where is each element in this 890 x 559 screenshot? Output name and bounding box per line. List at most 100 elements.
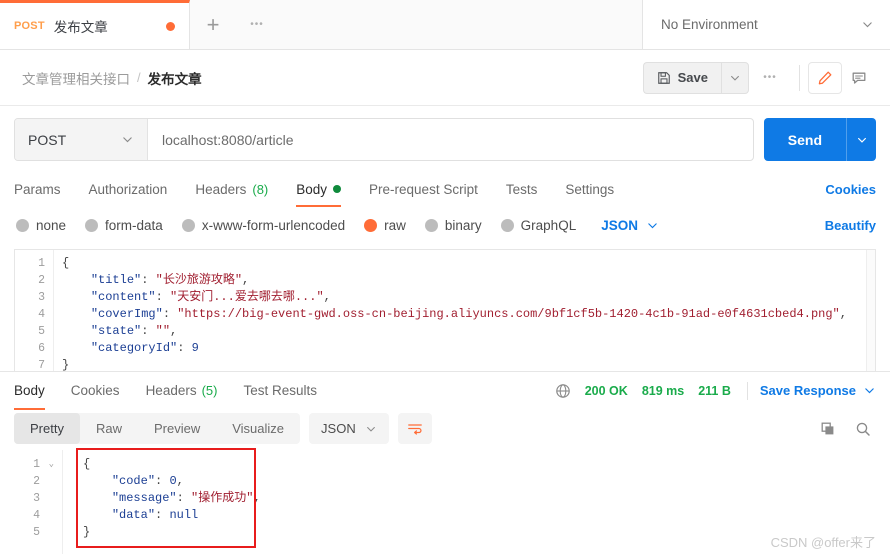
new-tab-button[interactable]: + (190, 0, 236, 49)
response-tab-body[interactable]: Body (14, 372, 58, 410)
breadcrumb-collection[interactable]: 文章管理相关接口 (22, 68, 130, 88)
beautify-link[interactable]: Beautify (825, 218, 876, 233)
request-tab-body[interactable]: Body (282, 171, 355, 207)
chevron-down-icon[interactable] (863, 384, 876, 397)
response-tab-label: Headers (145, 383, 197, 398)
code-token: : (141, 324, 156, 338)
environment-selector[interactable]: No Environment (642, 0, 890, 49)
request-body-editor[interactable]: 1234567 { "title": "长沙旅游攻略", "content": … (14, 249, 876, 372)
response-tab-count: (5) (201, 383, 218, 398)
code-token: "coverImg" (90, 307, 163, 321)
chevron-down-icon (729, 72, 741, 84)
save-options-button[interactable] (721, 61, 749, 94)
url-row: POST localhost:8080/article Send (0, 106, 890, 171)
request-tabs: Params Authorization Headers (8) Body Pre-req… (0, 171, 890, 207)
comments-button[interactable] (842, 62, 876, 94)
view-mode-visualize[interactable]: Visualize (216, 413, 300, 444)
request-tab-pre-request-script[interactable]: Pre-request Script (355, 171, 492, 207)
response-tab-cookies[interactable]: Cookies (58, 372, 133, 410)
editor-vertical-scrollbar[interactable] (866, 250, 875, 371)
send-button[interactable]: Send (763, 118, 846, 161)
raw-format-select[interactable]: JSON (601, 218, 659, 233)
copy-response-button[interactable] (815, 416, 841, 442)
code-token: "code" (111, 474, 156, 488)
response-status: 200 OK (584, 383, 628, 398)
watermark: CSDN @offer来了 (770, 535, 876, 550)
copy-icon (820, 421, 836, 437)
code-token: : (155, 508, 170, 522)
body-type-form-data[interactable]: form-data (85, 218, 163, 233)
response-body-viewer[interactable]: 1 ⌄ 2 3 4 5 { "code": 0, "message": "操作成功", "… (14, 448, 876, 554)
response-tabs: Body Cookies Headers (5) Test Results (14, 372, 330, 410)
plus-icon: + (206, 11, 220, 37)
code-token: { (62, 256, 70, 270)
code-token: , (242, 273, 250, 287)
search-response-button[interactable] (850, 416, 876, 442)
edit-request-button[interactable] (808, 61, 842, 94)
body-type-binary[interactable]: binary (424, 218, 482, 233)
code-line: } (83, 524, 876, 541)
search-icon (855, 421, 871, 437)
code-line: "title": "长沙旅游攻略", (62, 272, 875, 289)
body-type-label: GraphQL (520, 217, 577, 233)
response-format-value: JSON (321, 421, 356, 436)
tab-overflow-button[interactable]: ••• (236, 0, 278, 49)
code-line: } (62, 357, 875, 371)
url-input[interactable]: localhost:8080/article (148, 119, 753, 160)
save-response-button[interactable]: Save Response (760, 383, 856, 398)
request-gutter: 1234567 (15, 250, 53, 372)
tabstrip-spacer (278, 0, 642, 49)
response-size: 211 B (698, 383, 731, 398)
response-tab-test-results[interactable]: Test Results (230, 372, 330, 410)
response-format-select[interactable]: JSON (309, 413, 389, 444)
response-tab-label: Body (14, 383, 45, 398)
code-token: , (839, 307, 847, 321)
request-tab-authorization[interactable]: Authorization (75, 171, 182, 207)
radio-button-icon (85, 218, 99, 232)
request-tab-label: Tests (505, 181, 538, 197)
chevron-down-icon (365, 423, 377, 435)
view-mode-pretty[interactable]: Pretty (14, 413, 80, 444)
request-body-code[interactable]: { "title": "长沙旅游攻略", "content": "天安门...爱… (53, 250, 875, 371)
response-header: Body Cookies Headers (5) Test Results 200 OK… (0, 371, 890, 410)
chevron-down-icon (646, 219, 659, 232)
code-line: "content": "天安门...爱去哪去哪...", (62, 289, 875, 306)
cookies-link[interactable]: Cookies (825, 182, 876, 197)
wrap-lines-button[interactable] (397, 413, 432, 444)
code-token: 0 (169, 474, 177, 488)
body-type-label: x-www-form-urlencoded (201, 217, 346, 233)
request-tab-method: POST (14, 20, 45, 32)
request-tab-params[interactable]: Params (14, 171, 75, 207)
response-tab-label: Test Results (243, 383, 318, 398)
request-tab-label: Pre-request Script (369, 181, 478, 197)
body-type-graphql[interactable]: GraphQL (500, 217, 577, 233)
code-token: "" (155, 324, 171, 338)
code-token: : (155, 290, 171, 304)
body-type-x-www-form-urlencoded[interactable]: x-www-form-urlencoded (181, 217, 346, 233)
request-tab-settings[interactable]: Settings (551, 171, 628, 207)
request-tab-headers[interactable]: Headers (8) (181, 171, 282, 207)
request-tab-publish-article[interactable]: POST 发布文章 (0, 0, 190, 49)
send-options-button[interactable] (846, 118, 876, 161)
globe-icon[interactable] (555, 383, 571, 399)
http-method-select[interactable]: POST (15, 119, 148, 160)
save-button[interactable]: Save (642, 61, 721, 94)
body-type-raw[interactable]: raw (364, 218, 406, 233)
code-token: "content" (90, 290, 156, 304)
view-mode-raw[interactable]: Raw (80, 413, 138, 444)
code-token: "state" (90, 324, 142, 338)
fold-caret-icon[interactable]: ⌄ (49, 456, 54, 473)
radio-button-icon (16, 218, 29, 232)
body-type-none[interactable]: none (16, 218, 66, 233)
code-token: "title" (90, 273, 142, 287)
response-divider (746, 381, 748, 400)
request-more-button[interactable]: ••• (749, 62, 791, 94)
body-type-row: none form-data x-www-form-urlencoded raw bin… (0, 207, 890, 243)
view-mode-preview[interactable]: Preview (138, 413, 216, 444)
response-tab-label: Cookies (70, 383, 120, 398)
response-tab-headers[interactable]: Headers (5) (133, 372, 231, 410)
request-tab-tests[interactable]: Tests (492, 171, 552, 207)
response-gutter: 1 ⌄ 2 3 4 5 (14, 450, 62, 554)
